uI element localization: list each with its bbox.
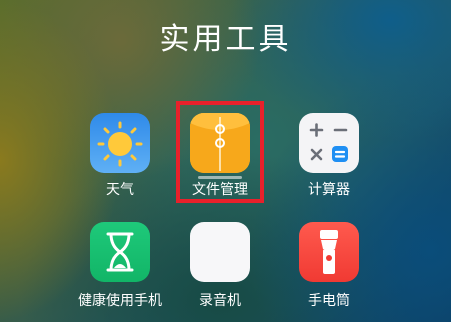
hourglass-icon [90,222,150,282]
app-label-flashlight: 手电筒 [308,293,350,309]
sound-wave-icon [190,222,250,282]
app-recorder[interactable]: 录音机 [165,222,275,312]
app-label-digital-balance: 健康使用手机 [78,293,162,309]
app-label-weather: 天气 [106,182,134,198]
app-weather[interactable]: 天气 [65,113,175,203]
app-label-recorder: 录音机 [199,293,241,309]
app-digital-balance[interactable]: 健康使用手机 [65,222,175,312]
app-label-calculator: 计算器 [308,182,350,198]
flashlight-icon [299,222,359,282]
calculator-icon [299,113,359,173]
app-file-manager[interactable]: 文件管理 [165,113,275,203]
folder-title: 实用工具 [159,22,292,57]
folder-icon [190,113,250,173]
app-label-file-manager: 文件管理 [192,182,248,198]
sun-icon [90,113,150,173]
app-calculator[interactable]: 计算器 [274,113,384,203]
app-flashlight[interactable]: 手电筒 [274,222,384,312]
